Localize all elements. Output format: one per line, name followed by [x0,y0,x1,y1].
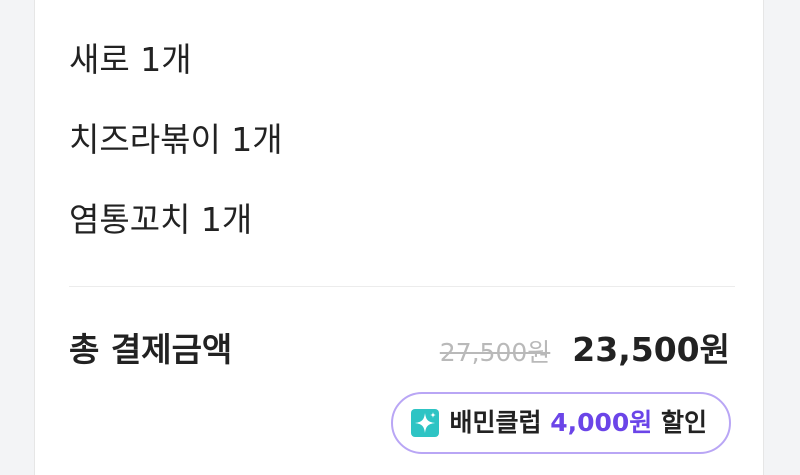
order-item: 치즈라볶이 1개 [69,120,283,159]
club-discount-amount: 4,000원 [550,408,653,437]
baemin-club-discount-badge[interactable]: 배민클럽 4,000원 할인 [391,392,731,454]
club-discount-suffix: 할인 [660,408,707,437]
order-item: 새로 1개 [69,40,192,79]
order-item: 염통꼬치 1개 [69,200,253,239]
divider [69,286,735,287]
total-payment-label: 총 결제금액 [69,330,233,369]
order-summary-card: 새로 1개 치즈라볶이 1개 염통꼬치 1개 총 결제금액 27,500원 23… [34,0,764,475]
sparkle-icon [411,409,440,437]
final-price: 23,500원 [572,330,730,369]
price-summary: 27,500원 23,500원 [440,330,730,373]
original-price: 27,500원 [439,338,551,367]
club-name: 배민클럽 [449,408,542,437]
club-discount-text: 배민클럽 4,000원 할인 [449,408,707,438]
